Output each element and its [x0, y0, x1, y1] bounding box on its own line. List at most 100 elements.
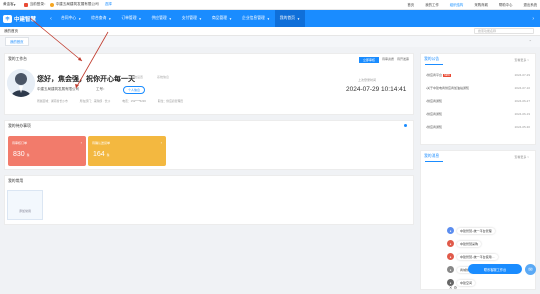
- position-info: 职位：供应商管理员: [157, 99, 184, 103]
- chevron-down-icon: ▼: [78, 16, 82, 21]
- workbench-panel: 我的工作台 立即审核 待审资质 待开发票: [4, 53, 414, 115]
- top-utility-bar: 黄金客 ▾ 当前登录： 中建五局建筑发展有限公司 选择 首页 我的工作 组织结构…: [0, 0, 540, 10]
- customer-service-button[interactable]: 联系客服工作台: [468, 264, 522, 274]
- notice-row[interactable]: •供应商通知 2024-06-19: [426, 112, 530, 116]
- region-info: 所属区域：湖南省长沙市: [37, 99, 68, 103]
- pending-qualification-link[interactable]: 待审资质: [382, 57, 394, 63]
- chevron-down-icon: ▼: [229, 16, 233, 21]
- user-avatar-icon: [7, 69, 35, 97]
- chevron-down-icon: ▼: [138, 16, 142, 21]
- tab-bar: 我的首页 搜索功能名称: [0, 27, 540, 36]
- system-info-link[interactable]: 系统信息: [157, 75, 169, 79]
- nav-prev-icon[interactable]: ‹: [46, 16, 56, 22]
- nav-item-contract[interactable]: 合同中心 ▼: [56, 10, 86, 27]
- phone-info: 电话：152****5236: [122, 99, 146, 103]
- chevron-down-icon: ▼: [108, 16, 112, 21]
- nav-item-enterprise[interactable]: 企业信息管理 ▼: [237, 10, 275, 27]
- nav-item-goods[interactable]: 商品管理 ▼: [207, 10, 237, 27]
- nav-next-icon[interactable]: ›: [532, 16, 540, 22]
- top-link-mall[interactable]: 采购商城: [474, 2, 488, 7]
- top-link-logout[interactable]: 退出系统: [523, 2, 537, 7]
- frequent-panel: 我的常用: [4, 175, 414, 225]
- top-link-help[interactable]: 帮助中心: [499, 2, 513, 7]
- nav-item-payment[interactable]: 支付管理 ▼: [177, 10, 207, 27]
- logo-text: 中建智慧: [14, 16, 37, 23]
- chevron-down-icon: ▼: [168, 16, 172, 21]
- new-badge: NEW: [443, 74, 451, 77]
- dropdown-chevron-icon[interactable]: ▾: [14, 3, 16, 7]
- todo-card-delivery[interactable]: 待确认送货单 › 164 条: [88, 136, 166, 166]
- message-fab-icon[interactable]: ✉: [525, 264, 536, 275]
- notice-row[interactable]: •供应商平台 NEW 2024-07-29: [426, 73, 530, 77]
- frequent-title: 我的常用: [8, 179, 24, 183]
- breadcrumb-chip-home[interactable]: 我的首页: [5, 37, 29, 46]
- card-value: 164 条: [93, 151, 110, 158]
- chevron-down-icon: ▼: [266, 16, 270, 21]
- switch-company-link[interactable]: 选择: [105, 2, 112, 7]
- popup-item[interactable]: ● 中建智慧采购: [447, 237, 517, 250]
- todo-card-orders[interactable]: 待审核订单 › 830 条: [8, 136, 86, 166]
- popup-item[interactable]: ● 中建智慧–统一平台管理: [447, 224, 517, 237]
- notice-more-link[interactable]: 查看更多 >: [514, 58, 529, 62]
- card-label: 待审核订单: [12, 141, 28, 145]
- workbench-title: 我的工作台: [8, 57, 27, 61]
- chevron-down-icon: ▼: [198, 16, 202, 21]
- popup-close-icon[interactable]: ✕ ⚙: [449, 285, 457, 290]
- menu-icon[interactable]: [23, 2, 28, 7]
- avatar[interactable]: [7, 69, 35, 97]
- message-title: 我的消息: [424, 154, 440, 158]
- top-link-home[interactable]: 首页: [407, 2, 414, 7]
- app-icon: ●: [447, 227, 454, 234]
- notice-panel: 我的公告 查看更多 > •供应商平台 NEW 2024-07-29 •关于中建电商供…: [420, 53, 536, 145]
- greeting-text: 您好，焦会强，祝你开心每一天: [37, 76, 135, 83]
- pending-invoice-link[interactable]: 待开发票: [397, 57, 409, 63]
- system-settings-link[interactable]: 系统设置: [131, 75, 143, 79]
- review-now-button[interactable]: 立即审核: [358, 57, 379, 63]
- indicator-dot: [404, 124, 407, 127]
- top-link-mywork[interactable]: 我的工作: [425, 2, 439, 7]
- logo-mark-icon: 中: [3, 14, 12, 23]
- breadcrumb-bar: 我的首页 ⌃: [0, 36, 540, 47]
- main-nav: 中 中建智慧 ‹ 合同中心 ▼ 综合查询 ▼ 订单管理 ▼ 供应管理 ▼ 支付管理 ▼ 商…: [0, 10, 540, 27]
- brand-logo[interactable]: 中 中建智慧: [0, 10, 46, 27]
- nav-item-query[interactable]: 综合查询 ▼: [86, 10, 116, 27]
- nav-item-supply[interactable]: 供应管理 ▼: [147, 10, 177, 27]
- notice-row[interactable]: •供应商通知 2024-05-30: [426, 125, 530, 129]
- add-frequent-tile[interactable]: 添加常用: [7, 190, 43, 220]
- top-left-label[interactable]: 黄金客: [3, 2, 14, 7]
- personal-info-button[interactable]: 个人信息: [123, 86, 146, 94]
- card-label: 待确认送货单: [92, 141, 111, 145]
- popup-item[interactable]: ● 中建智慧–统一平台使用…: [447, 250, 517, 263]
- app-icon: ●: [447, 266, 454, 273]
- message-more-link[interactable]: 查看更多 >: [514, 155, 529, 159]
- tab-underline: [425, 161, 443, 162]
- login-label: 当前登录：: [29, 2, 48, 6]
- popup-item[interactable]: ● 中建空间: [447, 276, 517, 289]
- chevron-down-icon: ▼: [296, 16, 300, 21]
- user-company: 中建五局建筑发展有限公司: [37, 87, 79, 91]
- card-value: 830 条: [13, 151, 30, 158]
- add-frequent-label: 添加常用: [18, 209, 31, 213]
- last-login-label: 上次登录时间: [358, 78, 377, 82]
- arrow-right-icon: ›: [160, 140, 162, 145]
- notice-row[interactable]: •供应商通知 2024-06-27: [426, 99, 530, 103]
- workbench-actions: 立即审核 待审资质 待开发票: [358, 57, 409, 63]
- app-icon: ●: [447, 253, 454, 260]
- nav-item-home[interactable]: 我的首页 ▼: [274, 10, 305, 27]
- top-right-links: 首页 我的工作 组织结构 采购商城 帮助中心 退出系统: [407, 2, 537, 7]
- notice-title: 我的公告: [424, 57, 440, 61]
- company-icon: [49, 2, 54, 7]
- app-switch-popup: ●中建智慧–统一平台管理 ●中建智慧采购 ●中建智慧–统一平台使用… ●商城供应…: [447, 224, 517, 289]
- top-link-org[interactable]: 组织结构: [450, 2, 464, 7]
- work-id-label: 工号：: [96, 87, 107, 91]
- dept-info: 所在部门：采购部 · 长沙: [79, 99, 111, 103]
- notice-row[interactable]: •关于中建电商供应商加油站通知 2024-07-10: [426, 86, 530, 90]
- app-icon: ●: [447, 240, 454, 247]
- nav-item-orders[interactable]: 订单管理 ▼: [116, 10, 146, 27]
- tab-underline: [425, 64, 443, 65]
- collapse-icon[interactable]: ⌃: [529, 39, 532, 44]
- tab-home[interactable]: 我的首页: [4, 29, 18, 34]
- last-login-datetime: 2024-07-29 10:14:41: [346, 86, 407, 93]
- user-info-line: 所属区域：湖南省长沙市 所在部门：采购部 · 长沙 电话：152****5236…: [37, 99, 183, 103]
- function-search-input[interactable]: 搜索功能名称: [474, 28, 534, 34]
